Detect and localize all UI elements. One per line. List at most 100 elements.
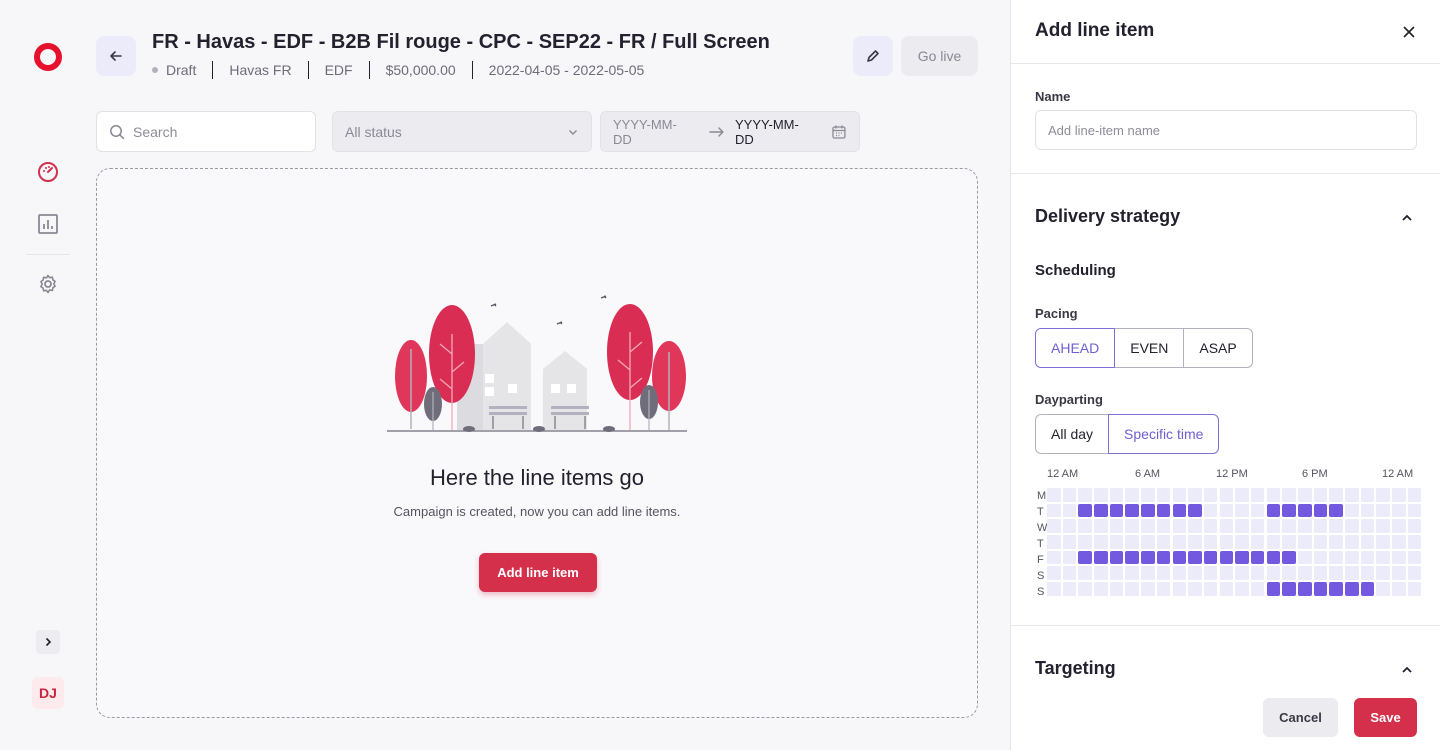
schedule-cell[interactable] <box>1047 503 1061 518</box>
search-box[interactable] <box>96 111 316 152</box>
schedule-cell-selected[interactable] <box>1266 503 1281 518</box>
schedule-cell[interactable] <box>1235 535 1249 549</box>
schedule-cell[interactable] <box>1141 535 1155 549</box>
schedule-cell[interactable] <box>1282 535 1296 549</box>
schedule-cell[interactable] <box>1329 488 1343 502</box>
schedule-cell-selected[interactable] <box>1094 550 1108 565</box>
close-icon[interactable] <box>1399 22 1419 42</box>
chevron-up-icon[interactable] <box>1399 210 1415 226</box>
schedule-cell[interactable] <box>1062 519 1077 533</box>
schedule-cell-selected[interactable] <box>1203 550 1218 565</box>
schedule-cell[interactable] <box>1392 488 1406 502</box>
schedule-cell[interactable] <box>1172 566 1186 580</box>
schedule-cell[interactable] <box>1109 488 1124 502</box>
schedule-cell[interactable] <box>1235 503 1249 518</box>
schedule-cell[interactable] <box>1062 550 1077 565</box>
schedule-cell[interactable] <box>1313 535 1328 549</box>
search-input[interactable] <box>133 123 303 140</box>
calendar-icon[interactable] <box>831 124 847 140</box>
schedule-cell-selected[interactable] <box>1282 503 1296 518</box>
schedule-cell[interactable] <box>1407 503 1422 518</box>
schedule-cell[interactable] <box>1188 519 1202 533</box>
back-button[interactable] <box>96 36 136 76</box>
schedule-cell[interactable] <box>1376 503 1390 518</box>
schedule-cell[interactable] <box>1125 519 1139 533</box>
schedule-cell[interactable] <box>1266 566 1281 580</box>
schedule-cell[interactable] <box>1407 550 1422 565</box>
schedule-cell[interactable] <box>1062 488 1077 502</box>
schedule-cell[interactable] <box>1298 550 1312 565</box>
schedule-cell[interactable] <box>1329 550 1343 565</box>
schedule-cell[interactable] <box>1062 566 1077 580</box>
schedule-cell[interactable] <box>1172 488 1186 502</box>
schedule-cell[interactable] <box>1250 535 1265 549</box>
schedule-cell[interactable] <box>1047 519 1061 533</box>
schedule-cell[interactable] <box>1360 566 1375 580</box>
schedule-cell[interactable] <box>1329 519 1343 533</box>
schedule-cell[interactable] <box>1078 488 1092 502</box>
schedule-cell[interactable] <box>1345 566 1359 580</box>
schedule-cell[interactable] <box>1094 582 1108 596</box>
schedule-cell[interactable] <box>1235 519 1249 533</box>
schedule-cell[interactable] <box>1266 519 1281 533</box>
schedule-cell[interactable] <box>1188 488 1202 502</box>
schedule-cell[interactable] <box>1376 519 1390 533</box>
schedule-cell[interactable] <box>1392 566 1406 580</box>
schedule-cell[interactable] <box>1125 566 1139 580</box>
add-line-item-button[interactable]: Add line item <box>479 553 597 592</box>
schedule-cell-selected[interactable] <box>1219 550 1234 565</box>
schedule-cell-selected[interactable] <box>1141 503 1155 518</box>
schedule-cell[interactable] <box>1360 535 1375 549</box>
schedule-cell[interactable] <box>1313 488 1328 502</box>
schedule-cell[interactable] <box>1235 488 1249 502</box>
schedule-cell-selected[interactable] <box>1156 503 1171 518</box>
schedule-cell[interactable] <box>1407 566 1422 580</box>
schedule-cell[interactable] <box>1078 566 1092 580</box>
schedule-cell[interactable] <box>1188 535 1202 549</box>
schedule-cell[interactable] <box>1219 582 1234 596</box>
schedule-cell[interactable] <box>1282 566 1296 580</box>
schedule-cell[interactable] <box>1376 566 1390 580</box>
pacing-asap-option[interactable]: ASAP <box>1183 328 1253 368</box>
schedule-cell[interactable] <box>1376 488 1390 502</box>
schedule-cell-selected[interactable] <box>1298 582 1312 596</box>
schedule-cell-selected[interactable] <box>1125 550 1139 565</box>
schedule-cell[interactable] <box>1313 550 1328 565</box>
schedule-cell-selected[interactable] <box>1266 582 1281 596</box>
schedule-cell-selected[interactable] <box>1360 582 1375 596</box>
schedule-cell[interactable] <box>1298 535 1312 549</box>
schedule-cell[interactable] <box>1047 582 1061 596</box>
schedule-cell-selected[interactable] <box>1188 503 1202 518</box>
schedule-cell[interactable] <box>1329 566 1343 580</box>
schedule-cell[interactable] <box>1203 519 1218 533</box>
schedule-cell[interactable] <box>1392 550 1406 565</box>
end-date-input[interactable]: YYYY-MM-DD <box>735 117 817 147</box>
schedule-cell[interactable] <box>1219 566 1234 580</box>
schedule-cell[interactable] <box>1109 566 1124 580</box>
schedule-cell[interactable] <box>1094 519 1108 533</box>
schedule-cell[interactable] <box>1250 488 1265 502</box>
pacing-even-option[interactable]: EVEN <box>1114 328 1185 368</box>
schedule-cell[interactable] <box>1235 566 1249 580</box>
schedule-cell[interactable] <box>1360 503 1375 518</box>
schedule-cell[interactable] <box>1345 519 1359 533</box>
schedule-cell[interactable] <box>1298 488 1312 502</box>
schedule-cell-selected[interactable] <box>1298 503 1312 518</box>
schedule-cell[interactable] <box>1188 566 1202 580</box>
schedule-cell[interactable] <box>1219 488 1234 502</box>
schedule-cell[interactable] <box>1141 488 1155 502</box>
cancel-button[interactable]: Cancel <box>1263 698 1338 737</box>
schedule-cell-selected[interactable] <box>1094 503 1108 518</box>
schedule-cell-selected[interactable] <box>1109 503 1124 518</box>
edit-button[interactable] <box>853 36 893 76</box>
schedule-cell[interactable] <box>1172 582 1186 596</box>
date-range-picker[interactable]: YYYY-MM-DD YYYY-MM-DD <box>600 111 860 152</box>
schedule-cell[interactable] <box>1125 582 1139 596</box>
schedule-cell[interactable] <box>1407 535 1422 549</box>
schedule-cell[interactable] <box>1078 535 1092 549</box>
dayparting-specific-time-option[interactable]: Specific time <box>1108 414 1220 454</box>
schedule-cell[interactable] <box>1345 503 1359 518</box>
schedule-cell-selected[interactable] <box>1329 503 1343 518</box>
schedule-cell[interactable] <box>1047 566 1061 580</box>
schedule-cell[interactable] <box>1141 582 1155 596</box>
